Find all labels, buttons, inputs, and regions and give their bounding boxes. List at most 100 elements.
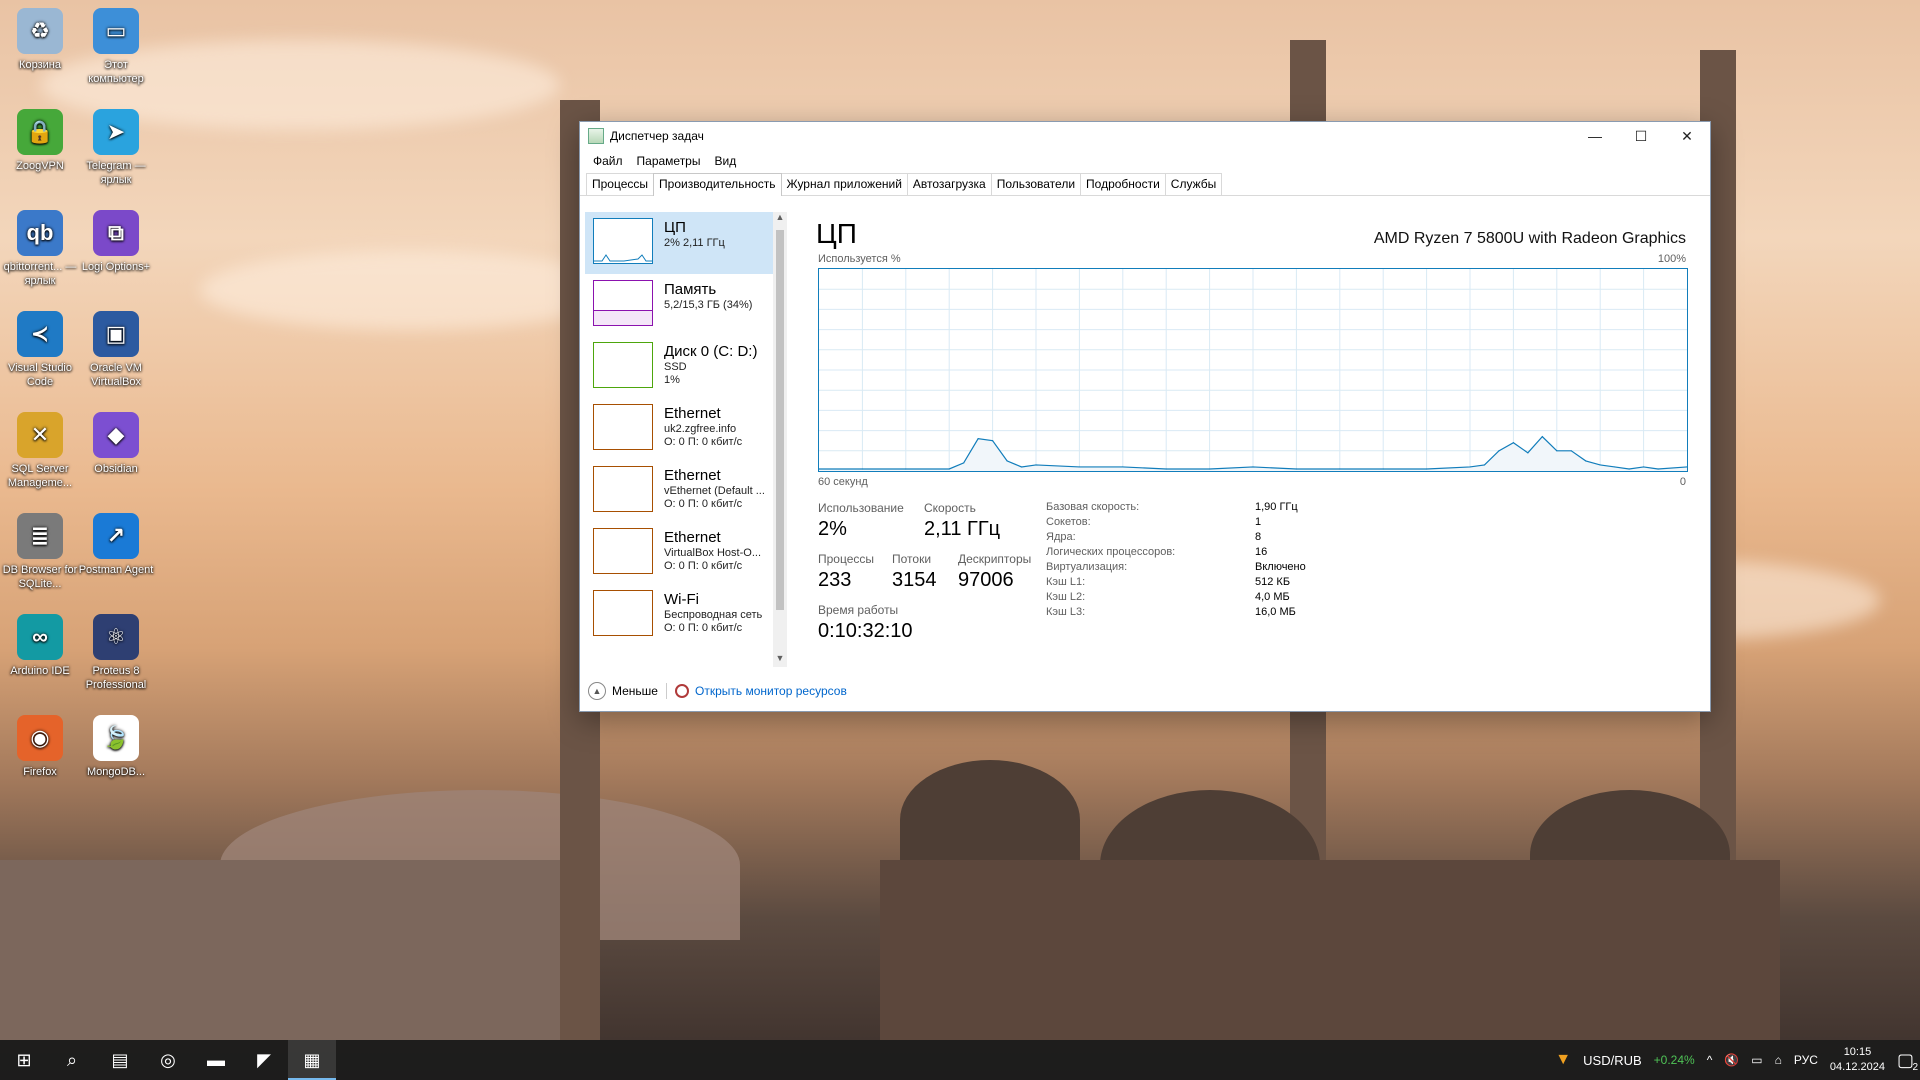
footer-divider <box>665 683 667 699</box>
desktop-icon-label: qbittorrent... — ярлык <box>3 261 77 287</box>
cpu-usage-point <box>1469 466 1471 468</box>
desktop-icon[interactable]: 🔒 ZoogVPN <box>0 109 80 173</box>
language-indicator[interactable]: РУС <box>1794 1053 1818 1067</box>
sidebar-item[interactable]: Диск 0 (C: D:) SSD 1% <box>585 336 773 398</box>
desktop-icon-label: Postman Agent <box>78 564 154 576</box>
spec-key: Логических процессоров: <box>1046 546 1176 558</box>
uptime-value: 0:10:32:10 <box>818 620 913 642</box>
desktop-icon[interactable]: ≺ Visual Studio Code <box>0 311 80 389</box>
sidebar-item-title: Память <box>664 281 717 298</box>
sidebar-text: ЦП 2% 2,11 ГГц <box>664 218 725 250</box>
cpu-model: AMD Ryzen 7 5800U with Radeon Graphics <box>1373 230 1686 247</box>
scrollbar-thumb[interactable] <box>776 230 784 610</box>
cpu-mini-chart <box>594 254 652 262</box>
desktop-icon[interactable]: qb qbittorrent... — ярлык <box>0 210 80 288</box>
graph-max-label: 100% <box>1657 253 1686 265</box>
tab-app-history[interactable]: Журнал приложений <box>780 173 908 195</box>
speed-label: Скорость <box>924 501 976 515</box>
windows-start-icon[interactable]: ⊞ <box>0 1040 48 1080</box>
sidebar-text: Wi-Fi Беспроводная сеть О: 0 П: 0 кбит/с <box>664 590 762 635</box>
sidebar-item[interactable]: Wi-Fi Беспроводная сеть О: 0 П: 0 кбит/с <box>585 584 773 646</box>
tray-chevron-icon[interactable]: ^ <box>1707 1053 1713 1067</box>
desktop-icon-label: Logi Options+ <box>81 261 151 273</box>
task-manager-icon[interactable]: ▦ <box>288 1040 336 1080</box>
task-view-icon[interactable]: ▤ <box>96 1040 144 1080</box>
desktop-icon[interactable]: ⧉ Logi Options+ <box>76 210 156 274</box>
cpu-usage-point <box>1122 466 1124 468</box>
desktop-icon[interactable]: ◉ Firefox <box>0 715 80 779</box>
battery-icon[interactable]: ▭ <box>1751 1053 1762 1067</box>
tab-processes[interactable]: Процессы <box>586 173 655 195</box>
menu-view[interactable]: Вид <box>707 154 743 168</box>
chevron-up-icon[interactable]: ▲ <box>588 682 606 700</box>
ticker-label[interactable]: USD/RUB <box>1583 1053 1642 1068</box>
desktop-icon[interactable]: ≣ DB Browser for SQLite... <box>0 513 80 591</box>
network-icon[interactable]: ⌂ <box>1775 1053 1782 1067</box>
cpu-usage-point <box>1382 468 1384 470</box>
desktop-icon[interactable]: ♻ Корзина <box>0 8 80 72</box>
volume-muted-icon[interactable]: 🔇 <box>1724 1053 1739 1067</box>
clock[interactable]: 10:15 04.12.2024 <box>1830 1045 1885 1075</box>
tab-users[interactable]: Пользователи <box>990 173 1082 195</box>
cpu-usage-graph <box>818 268 1688 472</box>
desktop-icon[interactable]: ✕ SQL Server Manageme... <box>0 412 80 490</box>
desktop-icon[interactable]: ➤ Telegram — ярлык <box>76 109 156 187</box>
usage-label: Использование <box>818 501 904 515</box>
cpu-usage-point <box>1035 464 1037 466</box>
cpu-usage-point <box>1614 466 1616 468</box>
cpu-usage-point <box>1020 466 1023 468</box>
chrome-icon[interactable]: ◎ <box>144 1040 192 1080</box>
minimize-button[interactable]: — <box>1572 122 1618 150</box>
cpu-usage-point <box>861 468 863 470</box>
clock-date: 04.12.2024 <box>1829 1061 1885 1073</box>
desktop-icon[interactable]: ∞ Arduino IDE <box>0 614 80 678</box>
menu-file[interactable]: Файл <box>586 154 630 168</box>
sidebar-item[interactable]: ЦП 2% 2,11 ГГц <box>585 212 773 274</box>
sidebar-text: Ethernet VirtualBox Host-O... О: 0 П: 0 кб… <box>664 528 761 573</box>
handles-value: 97006 <box>958 569 1014 591</box>
title-bar[interactable]: Диспетчер задач — ☐ ✕ <box>580 122 1710 150</box>
desktop-icon[interactable]: 🍃 MongoDB... <box>76 715 156 779</box>
graph-y-label: Используется % <box>818 253 901 265</box>
cpu-usage-point <box>1657 468 1659 470</box>
sidebar-item[interactable]: Ethernet VirtualBox Host-O... О: 0 П: 0 кб… <box>585 522 773 584</box>
fewer-details-button[interactable]: Меньше <box>612 684 658 698</box>
cpu-usage-point <box>1556 450 1558 452</box>
desktop-icon[interactable]: ▭ Этот компьютер <box>76 8 156 86</box>
maximize-button[interactable]: ☐ <box>1618 122 1664 150</box>
threads-value: 3154 <box>892 569 937 591</box>
desktop-icon[interactable]: ⚛ Proteus 8 Professional <box>76 614 156 692</box>
tab-details[interactable]: Подробности <box>1080 173 1166 195</box>
vscode-icon: ≺ <box>17 311 63 357</box>
tab-startup[interactable]: Автозагрузка <box>906 173 992 195</box>
sidebar-item[interactable]: Ethernet vEthernet (Default ... О: 0 П: 0 … <box>585 460 773 522</box>
desktop-icon-label: MongoDB... <box>86 766 146 778</box>
cpu-usage-point <box>992 440 994 442</box>
sidebar-item[interactable]: Память 5,2/15,3 ГБ (34%) <box>585 274 773 336</box>
tab-performance[interactable]: Производительность <box>653 173 782 196</box>
menu-options[interactable]: Параметры <box>630 154 708 168</box>
desktop-icon[interactable]: ↗ Postman Agent <box>76 513 156 577</box>
notification-center-icon[interactable]: ▢ 2 <box>1897 1050 1918 1073</box>
desktop-icon[interactable]: ◆ Obsidian <box>76 412 156 476</box>
open-resource-monitor-link[interactable]: Открыть монитор ресурсов <box>695 684 847 698</box>
spec-value: 1,90 ГГц <box>1255 501 1298 513</box>
threads-label: Потоки <box>892 552 932 566</box>
sidebar-item-detail: О: 0 П: 0 кбит/с <box>664 560 743 572</box>
handles-label: Дескрипторы <box>958 552 1032 566</box>
tab-services[interactable]: Службы <box>1164 173 1223 195</box>
cpu-usage-point <box>1527 452 1529 454</box>
sidebar-thumbnail <box>593 218 653 264</box>
search-icon[interactable]: ⌕ <box>48 1040 96 1080</box>
cpu-usage-chart <box>819 269 1687 471</box>
file-explorer-icon[interactable]: ▬ <box>192 1040 240 1080</box>
processes-value: 233 <box>818 569 852 591</box>
scroll-up-icon[interactable]: ▲ <box>773 212 787 226</box>
scroll-down-icon[interactable]: ▼ <box>773 653 787 667</box>
sidebar-item[interactable]: Ethernet uk2.zgfree.info О: 0 П: 0 кбит/с <box>585 398 773 460</box>
processes-label: Процессы <box>818 552 875 566</box>
visual-studio-icon[interactable]: ◤ <box>240 1040 288 1080</box>
sidebar-scrollbar[interactable]: ▲ ▼ <box>773 212 787 667</box>
close-button[interactable]: ✕ <box>1664 122 1710 150</box>
desktop-icon[interactable]: ▣ Oracle VM VirtualBox <box>76 311 156 389</box>
